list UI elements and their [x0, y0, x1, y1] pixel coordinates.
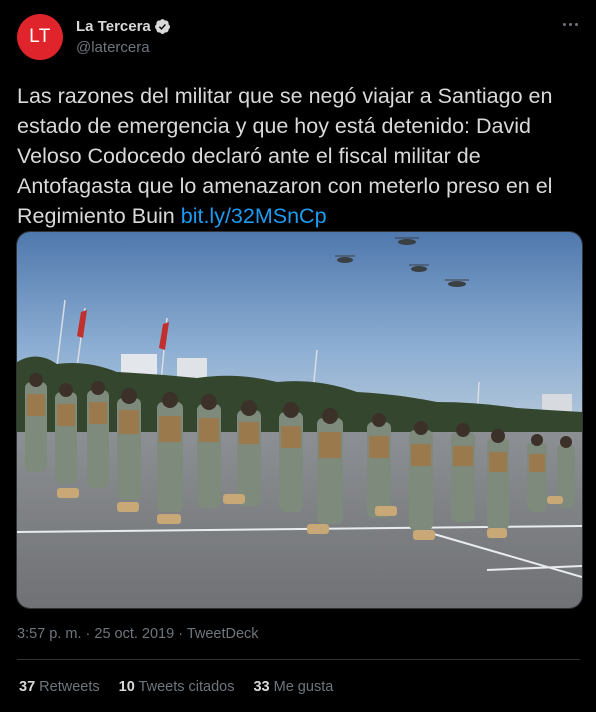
verified-badge-icon	[154, 19, 170, 34]
stat-likes[interactable]: 33 Me gusta	[253, 679, 333, 695]
avatar-initials: LT	[29, 26, 51, 47]
tweet-stats: 37 Retweets 10 Tweets citados 33 Me gust…	[19, 679, 352, 695]
tweet-meta: 3:57 p. m. · 25 oct. 2019 · TweetDeck	[17, 626, 259, 642]
display-name[interactable]: La Tercera	[76, 18, 151, 35]
tweet-header: LT La Tercera @latercera	[0, 0, 596, 72]
more-options-icon[interactable]	[560, 14, 580, 34]
tweet-time[interactable]: 3:57 p. m.	[17, 626, 81, 642]
stat-count: 33	[253, 679, 270, 695]
meta-separator-2: ·	[174, 626, 187, 642]
divider	[17, 659, 580, 660]
stat-label: Me gusta	[273, 679, 334, 695]
meta-separator-1: ·	[81, 626, 95, 642]
tweet-client[interactable]: TweetDeck	[187, 626, 259, 642]
avatar[interactable]: LT	[17, 14, 63, 60]
soldiers-marching-photo	[17, 232, 582, 608]
stat-retweets[interactable]: 37 Retweets	[19, 679, 100, 695]
tweet-text: Las razones del militar que se negó viaj…	[17, 81, 583, 231]
tweet-media-photo[interactable]	[16, 231, 583, 609]
tweet-link[interactable]: bit.ly/32MSnCp	[181, 204, 327, 228]
stat-quote-tweets[interactable]: 10 Tweets citados	[119, 679, 235, 695]
author-handle[interactable]: @latercera	[76, 39, 150, 56]
stat-label: Tweets citados	[138, 679, 235, 695]
author-name-row[interactable]: La Tercera	[76, 18, 171, 35]
stat-count: 37	[19, 679, 36, 695]
stat-label: Retweets	[39, 679, 100, 695]
tweet-date[interactable]: 25 oct. 2019	[94, 626, 174, 642]
stat-count: 10	[118, 679, 135, 695]
